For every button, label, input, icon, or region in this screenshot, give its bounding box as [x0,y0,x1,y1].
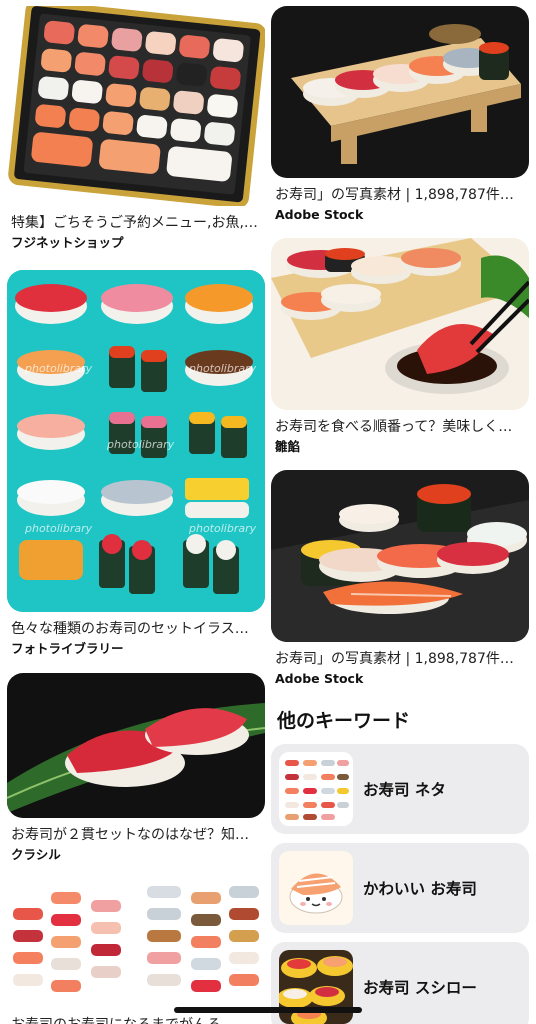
pin-card-sushi-platter[interactable]: 特集】ごちそうご予約メニュー,お魚,… フジネットショップ [7,6,265,251]
pin-title[interactable]: お寿司を食べる順番って？美味しく… [275,418,525,436]
pin-card-sushi-board[interactable]: お寿司」の写真素材 | 1,898,787件… Adobe Stock [271,6,529,223]
pin-card-sushi-chart[interactable]: お寿司のお寿司になるまでがんる… [7,878,265,1024]
watermark-text: photolibrary [24,362,93,375]
sushi-platter-image[interactable] [7,6,265,206]
sushi-illustration-image[interactable]: photolibrary photolibrary photolibrary p… [7,270,265,612]
other-keywords-heading: 他のキーワード [277,710,411,732]
watermark-text: photolibrary [188,522,257,535]
tuna-nigiri-image[interactable] [7,673,265,818]
cute-sushi-thumbnail [279,851,353,925]
pin-title[interactable]: 特集】ごちそうご予約メニュー,お魚,… [11,214,261,232]
sushi-chart-thumbnail [279,752,353,826]
pin-source[interactable]: 雛餡 [275,439,525,455]
pin-title[interactable]: 色々な種類のお寿司のセットイラス… [11,620,261,638]
watermark-text: photolibrary [188,362,257,375]
sushi-chart-image[interactable] [7,878,265,1006]
home-indicator-bar[interactable] [174,1007,362,1013]
keyword-item-sushi-neta[interactable]: お寿司 ネタ [271,744,529,834]
pin-title[interactable]: お寿司」の写真素材 | 1,898,787件… [275,186,525,204]
pin-title[interactable]: お寿司のお寿司になるまでがんる… [11,1016,261,1024]
pin-source[interactable]: フジネットショップ [11,235,261,251]
pin-card-sushi-illustration[interactable]: photolibrary photolibrary photolibrary p… [7,270,265,657]
pin-source[interactable]: フォトライブラリー [11,641,261,657]
pin-source[interactable]: Adobe Stock [275,671,525,687]
keyword-label[interactable]: かわいい お寿司 [363,877,477,899]
pin-card-tuna-nigiri[interactable]: お寿司が２貫セットなのはなぜ？知… クラシル [7,673,265,863]
watermark-text: photolibrary [106,438,175,451]
pin-card-sushi-chopsticks[interactable]: お寿司を食べる順番って？美味しく… 雛餡 [271,238,529,455]
keyword-label[interactable]: お寿司 スシロー [363,976,477,998]
sushi-chopsticks-image[interactable] [271,238,529,410]
watermark-text: photolibrary [24,522,93,535]
pin-source[interactable]: クラシル [11,847,261,863]
pin-title[interactable]: お寿司」の写真素材 | 1,898,787件… [275,650,525,668]
sushi-slate-image[interactable] [271,470,529,642]
pin-title[interactable]: お寿司が２貫セットなのはなぜ？知… [11,826,261,844]
keyword-label[interactable]: お寿司 ネタ [363,778,446,800]
keyword-item-cute-sushi[interactable]: かわいい お寿司 [271,843,529,933]
pin-source[interactable]: Adobe Stock [275,207,525,223]
sushi-board-image[interactable] [271,6,529,178]
pin-card-sushi-slate[interactable]: お寿司」の写真素材 | 1,898,787件… Adobe Stock [271,470,529,687]
